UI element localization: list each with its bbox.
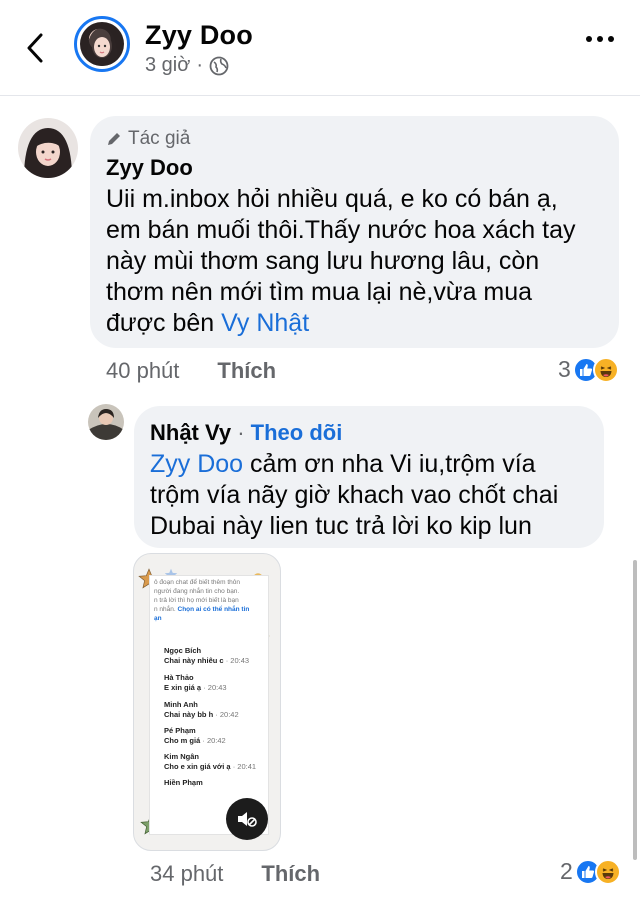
like-button[interactable]: Thích <box>261 861 320 887</box>
haha-reaction-icon <box>594 858 621 885</box>
sound-toggle-button[interactable] <box>226 798 268 840</box>
reply-author-name[interactable]: Nhật Vy <box>150 420 231 445</box>
author-badge-label: Tác giả <box>128 128 191 149</box>
back-arrow-icon <box>27 33 43 63</box>
author-badge: Tác giả <box>106 128 190 150</box>
comment-author-name[interactable]: Zyy Doo <box>106 155 193 181</box>
reaction-summary[interactable]: 3 <box>558 356 619 383</box>
comment-line: được bên Vy Nhật <box>106 308 616 339</box>
reply-line: Dubai này lien tuc trả lời ko kip lun <box>150 512 532 540</box>
reply-avatar[interactable] <box>88 404 124 440</box>
comment-line: thơm nên mới tìm mua lại nè,vừa mua <box>106 278 533 306</box>
reply-text: Zyy Doo cảm ơn nha Vi iu,trộm vía trộm v… <box>150 449 600 542</box>
chat-list-item: Minh Anh Chai này bb h · 20:42 <box>164 700 239 719</box>
comment-line: em bán muối thôi.Thấy nước hoa xách tay <box>106 216 576 244</box>
post-author-name[interactable]: Zyy Doo <box>145 20 253 51</box>
reply-header: Nhật Vy · Theo dõi <box>150 420 342 446</box>
mention-link[interactable]: Vy Nhật <box>221 309 309 337</box>
comment-line: Uii m.inbox hỏi nhiều quá, e ko có bán ạ… <box>106 185 558 213</box>
globe-icon <box>209 56 229 75</box>
chat-list-item: Ngọc Bích Chai này nhiêu c · 20:43 <box>164 646 250 665</box>
reaction-count: 3 <box>558 356 571 382</box>
header-avatar[interactable] <box>74 16 130 72</box>
comment-avatar[interactable] <box>18 118 78 178</box>
reply-time: 34 phút <box>150 861 224 886</box>
chat-list-item: Pé Phạm Cho m giá · 20:42 <box>164 726 226 745</box>
chat-list-item: Hiền Phạm <box>164 778 203 787</box>
avatar-image <box>80 22 124 66</box>
more-options-button[interactable] <box>586 36 614 42</box>
haha-reaction-icon <box>592 356 619 383</box>
post-header: Zyy Doo 3 giờ · <box>0 0 640 96</box>
meta-separator: · <box>196 54 204 76</box>
post-meta: 3 giờ · <box>145 54 229 77</box>
follow-button[interactable]: Theo dõi <box>251 420 343 445</box>
mention-link[interactable]: Zyy Doo <box>150 450 243 478</box>
chat-list-item: Kim Ngân Cho e xin giá với ạ · 20:41 <box>164 752 257 771</box>
comment-line-prefix: được bên <box>106 309 222 337</box>
comment-line: này mùi thơm sang lưu hương lâu, còn <box>106 247 540 275</box>
scrollbar[interactable] <box>633 560 637 860</box>
post-time: 3 giờ <box>145 54 191 76</box>
reply-line: Zyy Doo cảm ơn nha Vi iu,trộm vía <box>150 449 600 480</box>
screenshot-header: ô đoạn chat để biết thêm thôn người đang… <box>154 579 250 622</box>
pencil-icon <box>108 133 120 145</box>
reply-actions: 34 phút Thích <box>150 861 320 887</box>
reaction-summary[interactable]: 2 <box>560 858 621 885</box>
comment-actions: 40 phút Thích <box>106 358 276 384</box>
reply-line-text: cảm ơn nha Vi iu,trộm vía <box>243 450 536 478</box>
chat-list-item: Hà Thảo E xin giá ạ · 20:43 <box>164 673 227 692</box>
sound-off-icon <box>238 812 257 827</box>
more-icon <box>586 36 592 42</box>
reply-line: trộm vía nãy giờ khach vao chốt chai <box>150 481 559 509</box>
like-button[interactable]: Thích <box>217 358 276 384</box>
reaction-count: 2 <box>560 858 573 884</box>
chat-screenshot: ô đoạn chat để biết thêm thôn người đang… <box>150 576 268 834</box>
reply-separator: · <box>237 420 245 445</box>
comment-time: 40 phút <box>106 358 180 383</box>
reply-image-attachment[interactable]: ô đoạn chat để biết thêm thôn người đang… <box>133 553 281 851</box>
back-button[interactable] <box>18 26 52 70</box>
comment-text: Uii m.inbox hỏi nhiều quá, e ko có bán ạ… <box>106 184 616 339</box>
